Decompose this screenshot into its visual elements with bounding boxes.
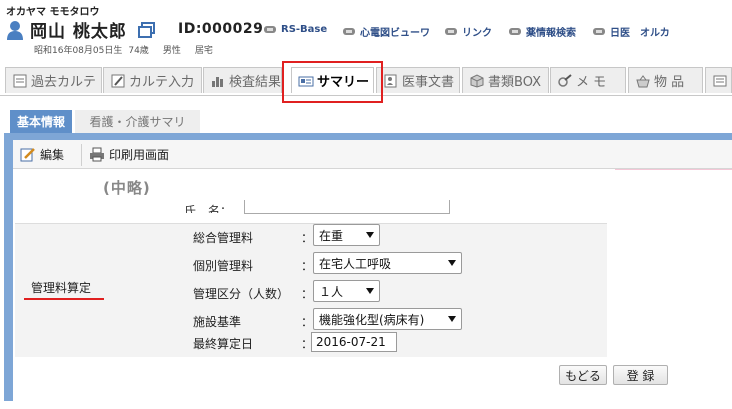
category-select[interactable]: １人 [313,280,380,302]
link-drug-search[interactable]: 薬情報検索 [508,24,576,39]
patient-birth: 昭和16年08月05日生 [34,46,123,56]
individual-fee-select[interactable]: 在宅人工呼吸 [313,252,462,274]
bar-chart-icon [212,76,223,87]
patient-name: 岡山 桃太郎 [30,22,127,42]
person-document-icon [384,74,397,87]
form-right-blank [607,223,732,357]
patient-age: 74歳 [128,46,149,56]
link-icon [593,28,605,35]
print-view-button[interactable]: 印刷用画面 [89,146,169,163]
facility-select[interactable]: 機能強化型(病床有) [313,308,462,330]
pink-divider [615,169,732,170]
last-date-label: 最終算定日 [193,337,254,351]
register-button[interactable]: 登 録 [613,365,668,385]
edit-icon [20,148,35,162]
colon: ： [301,259,314,273]
document-icon [13,74,27,87]
edit-button[interactable]: 編集 [20,146,64,163]
colon: ： [301,315,314,329]
section-label: 管理料算定 [31,281,92,295]
pencil-icon [111,74,125,87]
dropdown-arrow-icon [448,316,456,322]
patient-sex: 男性 [162,46,181,56]
colon: ： [301,231,314,245]
summary-tab-highlight [282,61,383,103]
list-icon [713,75,727,86]
basket-icon [636,74,650,87]
dropdown-arrow-icon [366,288,374,294]
copy-icon[interactable] [138,22,156,38]
patient-kana: オカヤマ モモタロウ [6,7,100,18]
facility-label: 施設基準 [193,315,242,329]
link-orca[interactable]: オルカ [640,24,670,39]
memo-pen-icon [558,73,572,87]
patient-info: 昭和16年08月05日生 74歳 男性 居宅 [34,43,219,56]
tab-chart-entry[interactable]: カルテ入力 [103,67,202,93]
tab-past-charts[interactable]: 過去カルテ [5,67,102,93]
category-label: 管理区分（人数） [193,287,290,301]
patient-residence: 居宅 [194,46,213,56]
dropdown-arrow-icon [448,260,456,266]
subtab-care-summary[interactable]: 看護・介護サマリ [75,110,200,133]
toolbar-divider [81,144,82,166]
link-icon [264,26,276,33]
patient-id: ID:000029 [178,21,264,37]
tab-goods[interactable]: 物 品 [628,67,703,93]
omitted-note: (中略) [103,179,151,197]
last-date-input[interactable]: 2016-07-21 [311,332,397,352]
general-fee-label: 総合管理料 [193,231,254,245]
tab-medical-documents[interactable]: 医事文書 [376,67,460,93]
link-icon [343,28,355,35]
tab-test-results[interactable]: 検査結果 [203,67,282,93]
back-button[interactable]: もどる [559,365,607,385]
link-rs-base[interactable]: RS-Base [263,24,327,35]
tab-memo[interactable]: メ モ [550,67,626,93]
tab-document-box[interactable]: 書類BOX [462,67,549,93]
colon: ： [301,287,314,301]
subtab-basic-info[interactable]: 基本情報 [10,110,72,133]
name-field-label: 氏 名： [184,204,233,213]
printer-icon [90,147,104,162]
general-fee-select[interactable]: 在重 [313,224,380,246]
tab-more[interactable] [705,67,732,93]
link-icon [509,28,521,35]
name-field-input[interactable] [244,200,450,214]
box-icon [470,73,484,88]
section-label-underline [24,298,104,300]
link-icon [445,28,457,35]
individual-fee-label: 個別管理料 [193,259,254,273]
person-icon [6,20,24,40]
link-ecg-viewer[interactable]: 心電図ビューワ [342,24,430,39]
link-nichii[interactable]: 日医 [592,24,630,39]
link-links[interactable]: リンク [444,24,492,39]
dropdown-arrow-icon [366,232,374,238]
